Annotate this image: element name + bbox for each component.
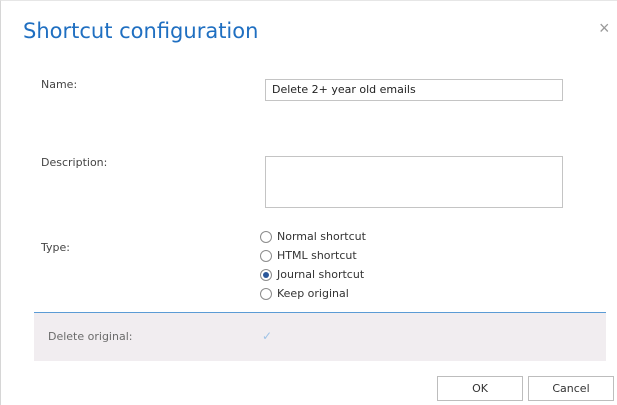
radio-button-selected[interactable]	[260, 268, 272, 281]
delete-original-panel: Delete original: ✓	[34, 313, 606, 361]
radio-normal-shortcut[interactable]: Normal shortcut	[260, 227, 366, 246]
radio-button[interactable]	[260, 287, 272, 300]
radio-label: Keep original	[277, 287, 349, 300]
cancel-button[interactable]: Cancel	[528, 376, 614, 401]
name-label: Name:	[41, 78, 78, 91]
name-input[interactable]: Delete 2+ year old emails	[265, 79, 563, 101]
radio-label: Journal shortcut	[277, 268, 365, 281]
radio-button[interactable]	[260, 230, 272, 243]
radio-label: Normal shortcut	[277, 230, 366, 243]
type-radio-group: Normal shortcut HTML shortcut Journal sh…	[260, 227, 366, 303]
radio-journal-shortcut[interactable]: Journal shortcut	[260, 265, 366, 284]
shortcut-configuration-dialog: Shortcut configuration × Name: Delete 2+…	[0, 0, 617, 405]
radio-keep-original[interactable]: Keep original	[260, 284, 366, 303]
type-label: Type:	[41, 241, 70, 254]
radio-button[interactable]	[260, 249, 272, 262]
radio-label: HTML shortcut	[277, 249, 357, 262]
dialog-title: Shortcut configuration	[23, 19, 259, 43]
radio-html-shortcut[interactable]: HTML shortcut	[260, 246, 366, 265]
delete-original-label: Delete original:	[48, 330, 133, 343]
delete-original-checkbox[interactable]: ✓	[261, 330, 273, 342]
description-textarea[interactable]	[265, 156, 563, 208]
ok-button[interactable]: OK	[437, 376, 523, 401]
close-icon[interactable]: ×	[599, 19, 610, 37]
description-label: Description:	[41, 156, 108, 169]
